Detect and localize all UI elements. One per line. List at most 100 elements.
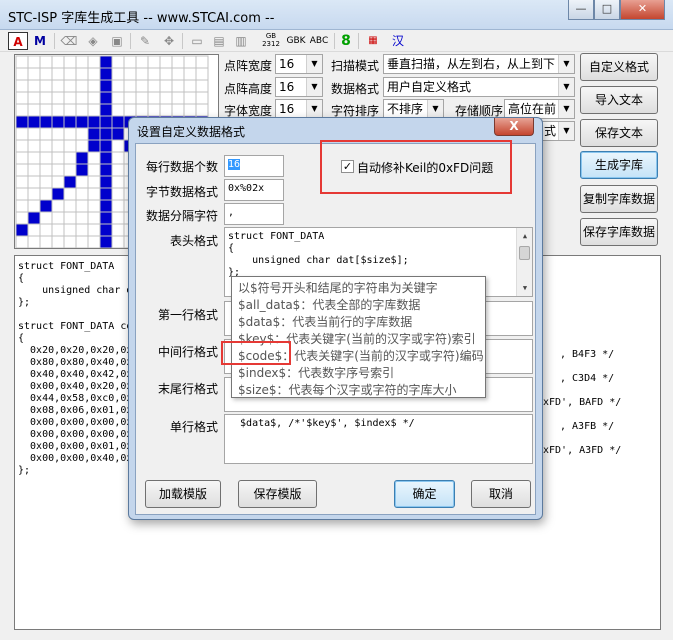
save-template-button[interactable]: 保存模版	[238, 480, 317, 508]
title-bar: STC-ISP 字库生成工具 -- www.STCAI.com -- — □ ✕	[0, 0, 673, 30]
grid-cell	[111, 211, 125, 225]
close-button[interactable]: ✕	[620, 0, 665, 20]
save-text-button[interactable]: 保存文本	[580, 119, 658, 147]
dialog-close-button[interactable]: X	[494, 118, 534, 136]
eraser-icon[interactable]: ⌫	[60, 32, 78, 50]
grid-cell	[39, 127, 53, 141]
grid-cell	[99, 79, 113, 93]
code-line: struct FONT_DATA	[18, 261, 115, 272]
last-line-format-label: 末尾行格式	[158, 382, 219, 396]
grid-cell	[171, 55, 185, 69]
generate-font-button[interactable]: 生成字库	[580, 151, 658, 179]
grid-cell	[111, 175, 125, 189]
save-as-icon[interactable]: ▥	[232, 32, 250, 50]
grid-cell	[87, 151, 101, 165]
grid-cell	[99, 211, 113, 225]
grid-cell	[87, 223, 101, 237]
han-button[interactable]: 汉	[390, 32, 406, 50]
store-order-select[interactable]: 高位在前 ▼	[504, 99, 575, 119]
grid-cell	[27, 139, 41, 153]
header-scrollbar[interactable]: ▲ ▼	[516, 228, 532, 296]
grid-cell	[51, 163, 65, 177]
grid-cell	[63, 175, 77, 189]
grid-cell	[27, 235, 41, 249]
stamp-icon[interactable]: ▣	[108, 32, 126, 50]
pencil-icon[interactable]: ✎	[136, 32, 154, 50]
bold-m-button[interactable]: M	[31, 32, 49, 50]
grid-cell	[63, 67, 77, 81]
grid-cell	[87, 91, 101, 105]
dot-width-select[interactable]: 16 ▼	[275, 54, 323, 74]
open-folder-icon[interactable]: ▭	[188, 32, 206, 50]
code-line: unsigned char d	[18, 285, 133, 296]
code-line: 0x20,0x20,0x20,0x	[18, 345, 133, 356]
grid-cell	[111, 187, 125, 201]
single-line-format-input[interactable]: $data$, /*'$key$', $index$ */	[224, 414, 533, 464]
grid-cell	[111, 151, 125, 165]
ok-button[interactable]: 确定	[394, 480, 455, 508]
scan-mode-select[interactable]: 垂直扫描，从左到右，从上到下 ▼	[383, 54, 575, 74]
maximize-button[interactable]: □	[594, 0, 620, 20]
grid-cell	[99, 223, 113, 237]
grid-cell	[27, 211, 41, 225]
data-format-select[interactable]: 用户自定义格式 ▼	[383, 77, 575, 97]
separator-input[interactable]: ,	[224, 203, 284, 225]
grid-cell	[99, 127, 113, 141]
code-line: };	[18, 297, 31, 308]
grid-cell	[99, 175, 113, 189]
grid-cell	[15, 151, 29, 165]
grid-cell	[87, 103, 101, 117]
save-font-data-button[interactable]: 保存字库数据	[580, 218, 658, 246]
grid-cell	[15, 103, 29, 117]
per-line-count-input[interactable]: 16	[224, 155, 284, 177]
grid-cell	[99, 55, 113, 69]
import-text-button[interactable]: 导入文本	[580, 86, 658, 114]
grid-cell	[75, 187, 89, 201]
grid-cell	[111, 55, 125, 69]
load-template-button[interactable]: 加载模版	[145, 480, 221, 508]
grid-cell	[63, 55, 77, 69]
grid-cell	[159, 55, 173, 69]
grid-cell	[51, 79, 65, 93]
grid-cell	[39, 163, 53, 177]
grid-cell	[135, 103, 149, 117]
gb2312-button[interactable]: GB 2312	[260, 32, 282, 50]
save-icon[interactable]: ▤	[210, 32, 228, 50]
chevron-down-icon: ▼	[558, 55, 574, 73]
chevron-down-icon: ▼	[558, 100, 574, 118]
byte-format-label: 字节数据格式	[146, 185, 219, 199]
cancel-button[interactable]: 取消	[471, 480, 531, 508]
minimize-button[interactable]: —	[568, 0, 594, 20]
code-line-tail: xFD', BAFD */	[543, 397, 622, 408]
tooltip-line: $size$：代表每个汉字或字符的字库大小	[238, 383, 457, 397]
dot-height-select[interactable]: 16 ▼	[275, 77, 323, 97]
bold-a-button[interactable]: A	[8, 32, 28, 50]
fill-icon[interactable]: ◈	[84, 32, 102, 50]
font-width-select[interactable]: 16 ▼	[275, 99, 323, 119]
grid-cell	[147, 67, 161, 81]
custom-format-button[interactable]: 自定义格式	[580, 53, 658, 81]
gbk-button[interactable]: GBK	[285, 32, 307, 50]
grid-cell	[39, 79, 53, 93]
grid-cell	[111, 163, 125, 177]
dot-width-label: 点阵宽度	[224, 59, 273, 73]
abc-button[interactable]: ABC	[308, 32, 330, 50]
byte-format-input[interactable]: 0x%02x	[224, 179, 284, 201]
code-line: 0x00,0x00,0x00,0x	[18, 429, 133, 440]
grid-cell	[75, 127, 89, 141]
header-format-label: 表头格式	[170, 234, 219, 248]
grid-color-icon[interactable]: ▦	[366, 32, 380, 50]
hidden-select[interactable]: 式 ▼	[540, 121, 575, 141]
move-icon[interactable]: ✥	[160, 32, 178, 50]
grid-cell	[111, 91, 125, 105]
grid-cell	[63, 151, 77, 165]
grid-cell	[51, 223, 65, 237]
code-line: 0x44,0x58,0xc0,0x	[18, 393, 133, 404]
char-sort-select[interactable]: 不排序 ▼	[383, 99, 444, 119]
digit-eight-button[interactable]: 8	[339, 32, 353, 50]
copy-font-data-button[interactable]: 复制字库数据	[580, 185, 658, 213]
grid-cell	[15, 139, 29, 153]
grid-cell	[15, 187, 29, 201]
grid-cell	[99, 163, 113, 177]
grid-cell	[183, 91, 197, 105]
